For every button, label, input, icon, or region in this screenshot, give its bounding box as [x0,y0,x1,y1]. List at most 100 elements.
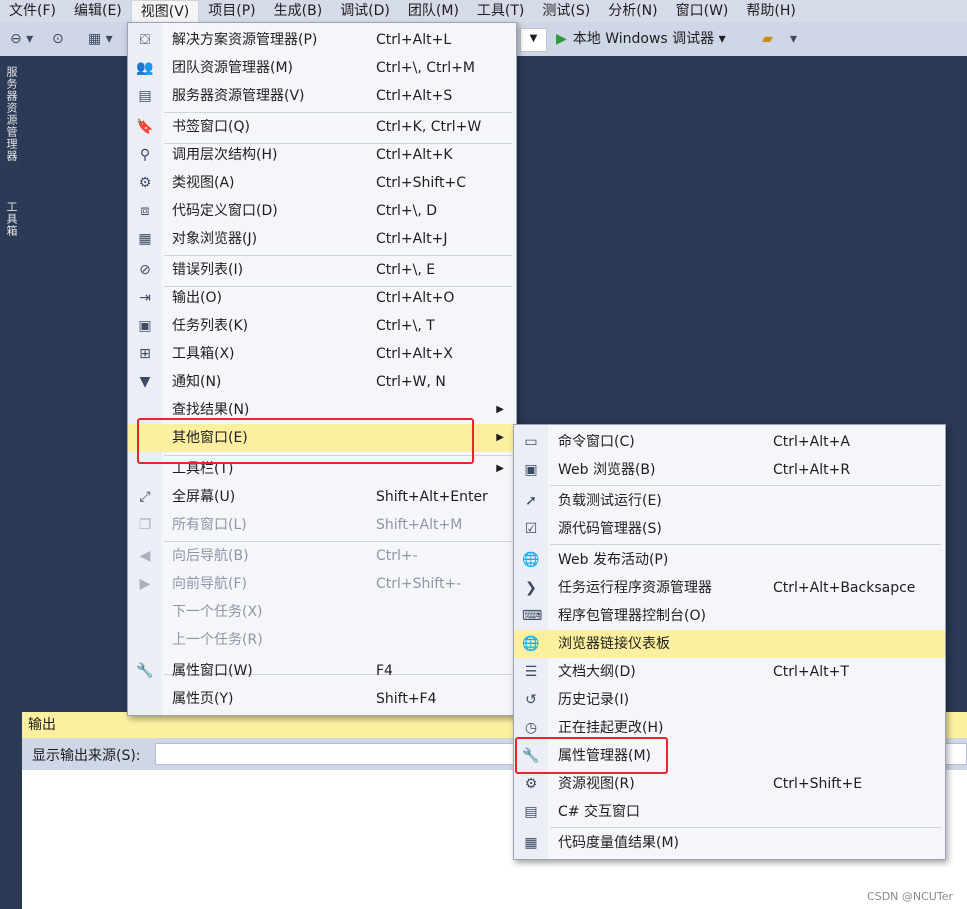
submenu-item[interactable]: ⌨ 程序包管理器控制台(O) [514,602,945,630]
submenu-item[interactable]: ▭ 命令窗口(C) Ctrl+Alt+A [514,428,945,456]
view-menu-item[interactable]: 👥 团队资源管理器(M) Ctrl+\, Ctrl+M [128,54,516,82]
run-label: 本地 Windows 调试器 [572,31,715,47]
menubar-item-3[interactable]: 项目(P) [199,0,264,22]
back-icon[interactable]: ⊖ ▾ [10,29,33,49]
view-menu-item: 上一个任务(R) [128,626,516,654]
view-menu-item[interactable]: 属性页(Y) Shift+F4 [128,685,516,713]
load-test-icon: ➚ [525,493,537,509]
menu-separator [550,827,941,828]
code-metrics-icon: ▦ [524,835,538,851]
navigate-back-icon: ◀ [139,548,151,564]
menu-item-label: 团队资源管理器(M) [172,60,294,76]
view-menu-item[interactable]: ▣ 任务列表(K) Ctrl+\, T [128,312,516,340]
menu-item-label: 服务器资源管理器(V) [172,88,305,104]
submenu-item[interactable]: ☑ 源代码管理器(S) [514,515,945,543]
view-menu-item[interactable]: ▼ 通知(N) Ctrl+W, N [128,368,516,396]
wrench-icon: 🔧 [136,663,154,679]
menubar-item-9[interactable]: 分析(N) [599,0,666,22]
menubar-item-10[interactable]: 窗口(W) [667,0,738,22]
view-menu-item[interactable]: ▦ 对象浏览器(J) Ctrl+Alt+J [128,225,516,253]
menubar-item-0[interactable]: 文件(F) [0,0,65,22]
menu-item-shortcut: Shift+Alt+Enter [376,489,488,505]
menubar-item-2[interactable]: 视图(V) [130,0,200,22]
annotation-property-manager [515,737,668,774]
view-menu-item[interactable]: 🔧 属性窗口(W) F4 [128,657,516,685]
annotation-other-windows [137,418,474,464]
menu-item-label: 命令窗口(C) [558,434,635,450]
forward-icon[interactable]: ⊙ [52,29,64,49]
menu-item-label: 调用层次结构(H) [172,147,278,163]
submenu-item[interactable]: ⚙ 资源视图(R) Ctrl+Shift+E [514,770,945,798]
call-hierarchy-icon: ⚲ [139,147,151,163]
view-menu-item: ▶ 向前导航(F) Ctrl+Shift+- [128,570,516,598]
web-browser-icon: ▣ [524,462,538,478]
menu-item-shortcut: Ctrl+Alt+J [376,231,448,247]
view-menu-item[interactable]: ⇥ 输出(O) Ctrl+Alt+O [128,284,516,312]
submenu-item[interactable]: ❯ 任务运行程序资源管理器 Ctrl+Alt+Backsapce [514,574,945,602]
menu-item-label: 上一个任务(R) [172,632,263,648]
submenu-item[interactable]: 🌐 浏览器链接仪表板 [514,630,945,658]
menu-item-label: Web 发布活动(P) [558,552,669,568]
menu-item-shortcut: Ctrl+- [376,548,418,564]
menu-item-label: 输出(O) [172,290,222,306]
view-menu-item[interactable]: ▤ 服务器资源管理器(V) Ctrl+Alt+S [128,82,516,110]
team-explorer-icon: 👥 [136,60,154,76]
menu-item-shortcut: Ctrl+Shift+- [376,576,462,592]
solution-explorer-icon: ⛋ [139,32,151,48]
menubar-item-11[interactable]: 帮助(H) [737,0,804,22]
menu-item-shortcut: Ctrl+Alt+R [773,462,851,478]
menubar-item-4[interactable]: 生成(B) [265,0,332,22]
web-publish-icon: 🌐 [522,552,540,568]
menu-item-shortcut: F4 [376,663,393,679]
menu-item-shortcut: Ctrl+Alt+T [773,664,849,680]
view-menu-item[interactable]: ⊞ 工具箱(X) Ctrl+Alt+X [128,340,516,368]
menu-item-shortcut: Ctrl+Alt+O [376,290,455,306]
config-dropdown[interactable]: ▼ [520,28,547,52]
menu-item-label: 下一个任务(X) [172,604,263,620]
view-menu-item[interactable]: ⚲ 调用层次结构(H) Ctrl+Alt+K [128,141,516,169]
menu-item-shortcut: Ctrl+Alt+K [376,147,453,163]
menu-separator [550,544,941,545]
browser-link-icon[interactable]: ▰ [762,29,773,49]
start-debug-button[interactable]: ▶ 本地 Windows 调试器 ▾ [556,28,726,50]
view-menu-item[interactable]: ⧈ 代码定义窗口(D) Ctrl+\, D [128,197,516,225]
submenu-item[interactable]: ➚ 负载测试运行(E) [514,487,945,515]
menubar-item-8[interactable]: 测试(S) [533,0,599,22]
menu-item-label: 向后导航(B) [172,548,249,564]
submenu-arrow-icon: ▶ [496,432,504,443]
submenu-item[interactable]: 🌐 Web 发布活动(P) [514,546,945,574]
menu-item-label: 属性页(Y) [172,691,234,707]
server-explorer-tab[interactable]: 服务器资源管理器 [3,66,19,162]
toolbox-tab[interactable]: 工具箱 [3,201,19,237]
view-menu-item[interactable]: ⤢ 全屏幕(U) Shift+Alt+Enter [128,483,516,511]
menubar-item-1[interactable]: 编辑(E) [65,0,131,22]
submenu-item[interactable]: ▤ C# 交互窗口 [514,798,945,826]
menu-item-label: 程序包管理器控制台(O) [558,608,706,624]
source-control-icon: ☑ [524,521,538,537]
view-menu-item[interactable]: ⚙ 类视图(A) Ctrl+Shift+C [128,169,516,197]
menu-item-label: 书签窗口(Q) [172,119,250,135]
document-outline-icon: ☰ [524,664,538,680]
view-menu-item[interactable]: ⛋ 解决方案资源管理器(P) Ctrl+Alt+L [128,26,516,54]
submenu-item[interactable]: ▣ Web 浏览器(B) Ctrl+Alt+R [514,456,945,484]
menubar-item-7[interactable]: 工具(T) [468,0,533,22]
view-menu-item[interactable]: 🔖 书签窗口(Q) Ctrl+K, Ctrl+W [128,113,516,141]
play-icon: ▶ [556,31,567,47]
menubar-item-6[interactable]: 团队(M) [399,0,468,22]
browser-link-icon: 🌐 [522,636,540,652]
submenu-item[interactable]: ▦ 代码度量值结果(M) [514,829,945,857]
task-list-icon: ▣ [138,318,152,334]
view-menu-item[interactable]: ⊘ 错误列表(I) Ctrl+\, E [128,256,516,284]
submenu-item[interactable]: ↺ 历史记录(I) [514,686,945,714]
submenu-item[interactable]: ☰ 文档大纲(D) Ctrl+Alt+T [514,658,945,686]
menubar-item-5[interactable]: 调试(D) [331,0,399,22]
bookmark-window-icon: 🔖 [136,119,154,135]
toolbar-overflow-icon[interactable]: ▾ [790,29,797,49]
new-project-icon[interactable]: ▦ ▾ [88,29,113,49]
output-title-text: 输出 [28,717,56,733]
class-view-icon: ⚙ [138,175,152,191]
menu-item-label: 向前导航(F) [172,576,247,592]
csharp-interactive-icon: ▤ [524,804,538,820]
all-windows-icon: ❐ [138,517,152,533]
menu-item-label: 任务运行程序资源管理器 [558,580,712,596]
